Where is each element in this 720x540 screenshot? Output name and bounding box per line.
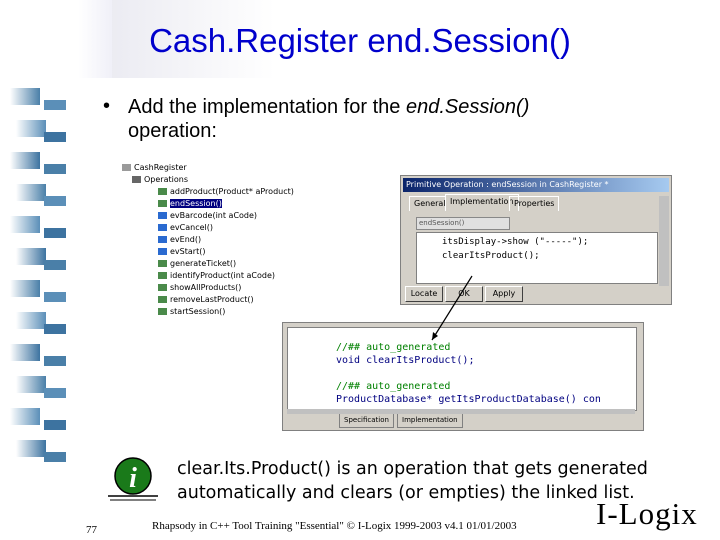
decorative-square — [44, 420, 66, 430]
bullet-text-operation: end.Session() — [405, 96, 530, 118]
decorative-square — [10, 216, 40, 233]
decorative-square — [44, 452, 66, 462]
editor-line: ProductDatabase* getItsProductDatabase()… — [336, 394, 601, 405]
tab-specification[interactable]: Specification — [339, 414, 394, 428]
code-line-1: itsDisplay->show ("-----"); — [442, 237, 589, 247]
decorative-square — [16, 312, 46, 329]
decorative-square — [44, 324, 66, 334]
apply-button[interactable]: Apply — [485, 286, 523, 302]
decorative-square — [44, 228, 66, 238]
decorative-square — [16, 184, 46, 201]
locate-button[interactable]: Locate — [405, 286, 443, 302]
operation-icon — [158, 260, 167, 267]
tree-node-operation[interactable]: showAllProducts() — [158, 282, 241, 294]
decorative-square — [44, 356, 66, 366]
operation-icon — [158, 200, 167, 207]
footer-text: Rhapsody in C++ Tool Training "Essential… — [152, 520, 517, 532]
operation-icon — [158, 284, 167, 291]
operation-icon — [158, 236, 167, 243]
editor-line: //## auto_generated — [336, 342, 451, 353]
code-editor: //## auto_generatedvoid clearItsProduct(… — [282, 322, 644, 431]
decorative-square — [44, 260, 66, 270]
svg-text:i: i — [129, 463, 137, 494]
tree-node-class[interactable]: CashRegister — [122, 162, 187, 174]
tree-node-operation[interactable]: evBarcode(int aCode) — [158, 210, 257, 222]
tab-implementation-file[interactable]: Implementation — [397, 414, 463, 428]
folder-icon — [132, 176, 141, 183]
operation-icon — [158, 248, 167, 255]
tree-node-operation[interactable]: evCancel() — [158, 222, 213, 234]
editor-line: void clearItsProduct(); — [336, 355, 475, 366]
tree-node-operation[interactable]: endSession() — [158, 198, 222, 210]
tree-node-operation[interactable]: generateTicket() — [158, 258, 236, 270]
decorative-square — [10, 408, 40, 425]
decorative-square — [44, 292, 66, 302]
operation-name-field[interactable]: endSession() — [416, 217, 510, 230]
bullet-text-suffix: operation: — [128, 120, 217, 142]
decorative-square — [44, 196, 66, 206]
company-logo: I-Logix — [596, 496, 698, 531]
decorative-square — [10, 344, 40, 361]
decorative-square — [16, 120, 46, 137]
decorative-square — [16, 248, 46, 265]
tree-node-operations[interactable]: Operations — [132, 174, 188, 186]
operation-icon — [158, 188, 167, 195]
tree-node-operation[interactable]: addProduct(Product* aProduct) — [158, 186, 294, 198]
bullet-marker: • — [103, 95, 111, 117]
implementation-code-area[interactable]: itsDisplay->show ("-----"); clearItsProd… — [416, 232, 658, 284]
ok-button[interactable]: OK — [445, 286, 483, 302]
editor-line: //## auto_generated — [336, 381, 451, 392]
editor-text-area[interactable]: //## auto_generatedvoid clearItsProduct(… — [287, 327, 637, 411]
decorative-square — [10, 280, 40, 297]
code-line-2: clearItsProduct(); — [442, 251, 540, 261]
operation-icon — [158, 272, 167, 279]
dialog-scrollbar[interactable] — [659, 196, 669, 286]
dialog-title: Primitive Operation : endSession in Cash… — [403, 178, 669, 192]
model-browser-tree: CashRegister Operations addProduct(Produ… — [118, 158, 298, 320]
operation-icon — [158, 212, 167, 219]
decorative-square — [10, 88, 40, 105]
tree-node-operation[interactable]: identifyProduct(int aCode) — [158, 270, 275, 282]
decorative-square — [16, 440, 46, 457]
tree-node-operation[interactable]: evStart() — [158, 246, 205, 258]
tree-node-operation[interactable]: startSession() — [158, 306, 225, 318]
operation-icon — [158, 224, 167, 231]
operation-icon — [158, 308, 167, 315]
decorative-square — [44, 132, 66, 142]
page-number: 77 — [86, 524, 97, 536]
decorative-square — [44, 388, 66, 398]
decorative-square — [44, 164, 66, 174]
bullet-text: Add the implementation for the end.Sessi… — [128, 95, 648, 143]
tree-node-operation[interactable]: evEnd() — [158, 234, 201, 246]
class-icon — [122, 164, 131, 171]
decorative-square — [10, 152, 40, 169]
tree-node-operation[interactable]: removeLastProduct() — [158, 294, 254, 306]
decorative-square — [44, 100, 66, 110]
operation-icon — [158, 296, 167, 303]
tab-implementation[interactable]: Implementation — [445, 194, 519, 211]
decorative-left-strip — [0, 0, 112, 540]
operation-dialog: Primitive Operation : endSession in Cash… — [400, 175, 672, 305]
slide-title: Cash.Register end.Session() — [149, 22, 571, 59]
info-icon: i — [108, 457, 158, 501]
tab-properties[interactable]: Properties — [509, 196, 560, 211]
decorative-square — [16, 376, 46, 393]
bullet-text-prefix: Add the implementation for the — [128, 96, 406, 118]
